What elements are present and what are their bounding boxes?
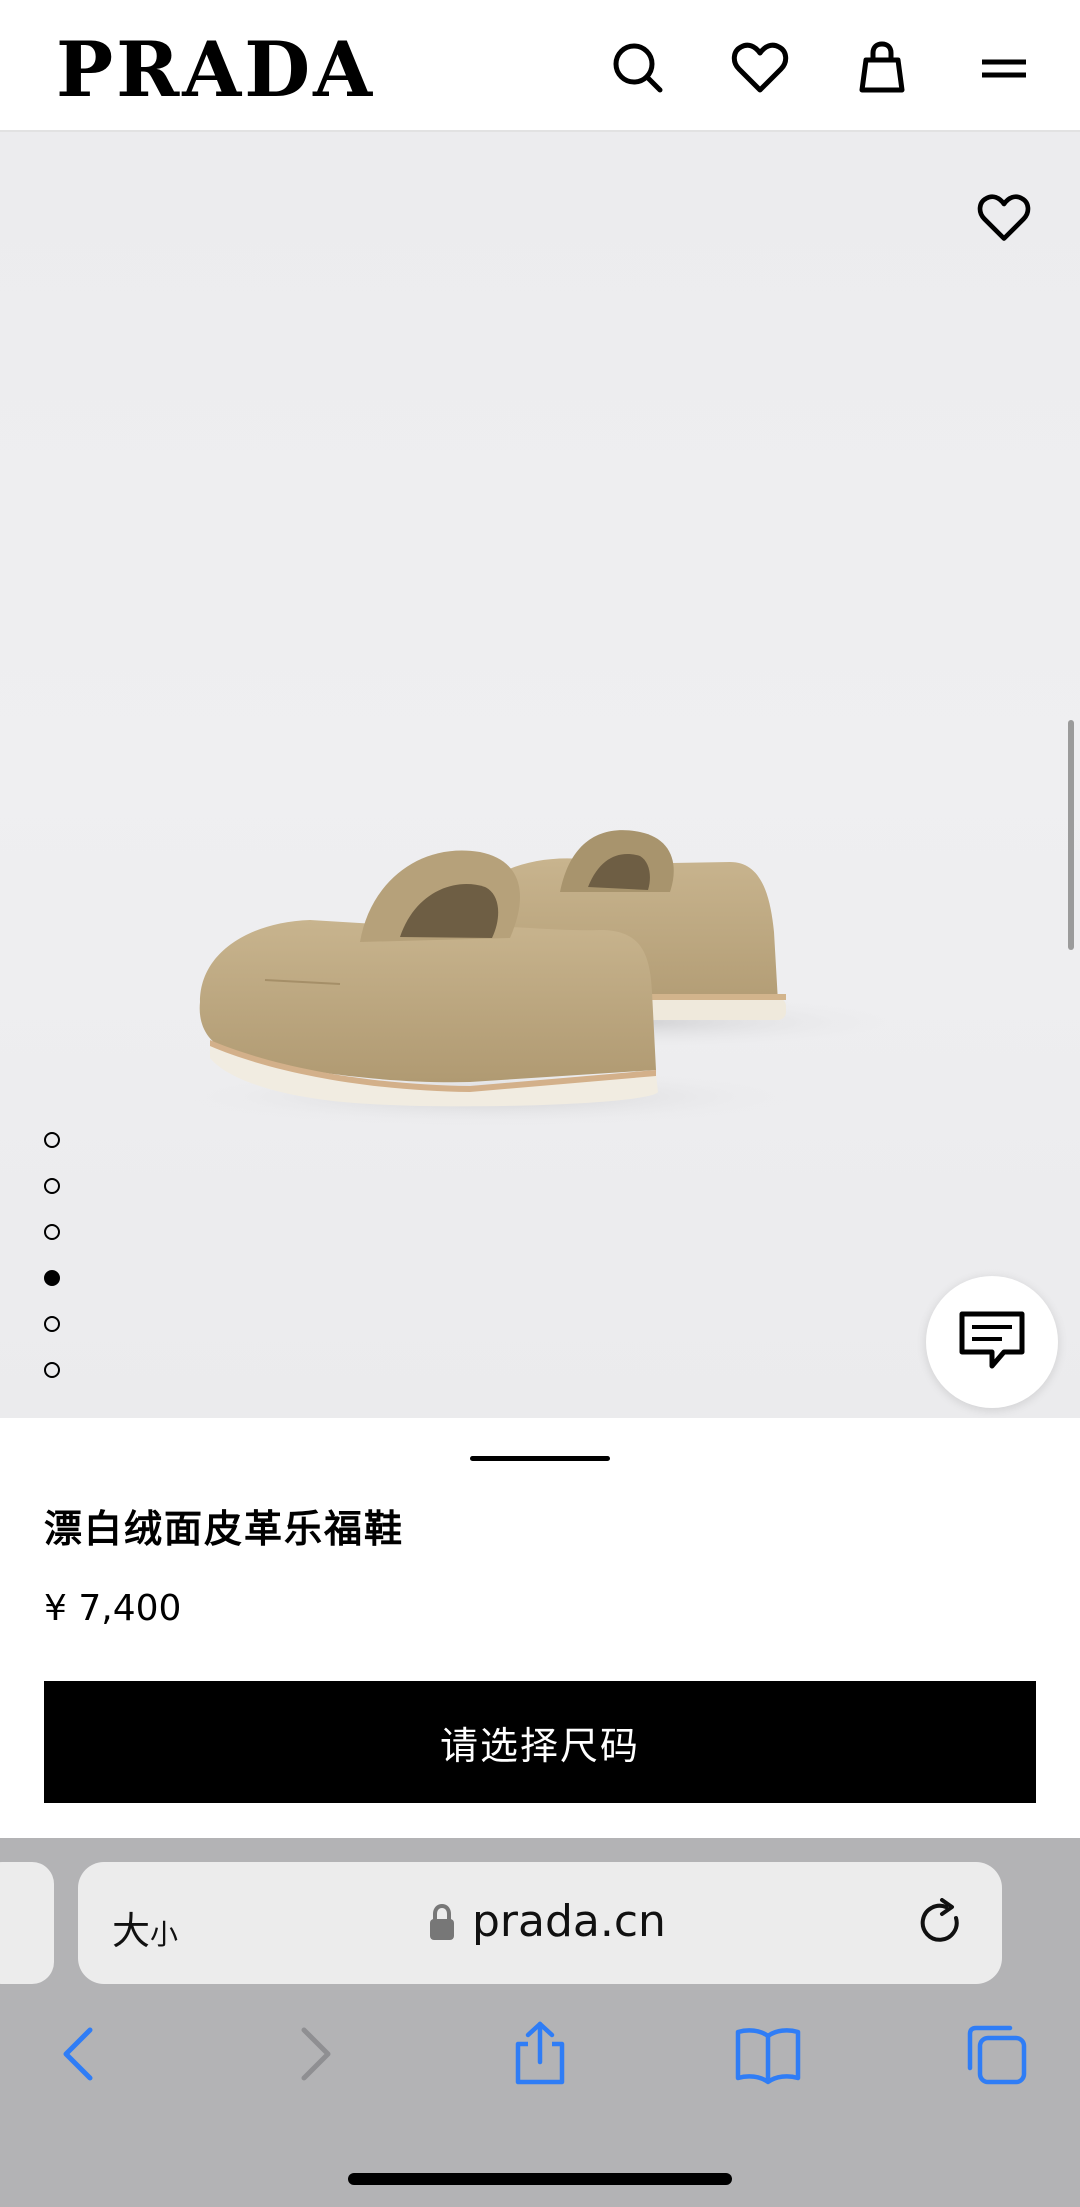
chat-icon	[959, 1311, 1025, 1369]
lock-icon	[430, 1904, 454, 1940]
product-image-gallery[interactable]	[0, 132, 1080, 1418]
site-header: PRADA	[0, 0, 1080, 132]
prada-logo[interactable]: PRADA	[56, 22, 375, 118]
bookmarks-icon[interactable]	[734, 2020, 802, 2088]
tabs-icon[interactable]	[962, 2020, 1030, 2088]
gallery-dot[interactable]	[44, 1178, 60, 1194]
gallery-dot[interactable]	[44, 1132, 60, 1148]
gallery-dot-active[interactable]	[44, 1270, 60, 1286]
forward-icon[interactable]	[280, 2020, 348, 2088]
text-size-small-label: 小	[150, 1918, 179, 1951]
gallery-pagination	[44, 1132, 64, 1408]
menu-icon[interactable]	[974, 38, 1034, 98]
product-price: ¥ 7,400	[44, 1588, 182, 1629]
previous-tab-preview[interactable]	[0, 1862, 54, 1984]
chat-button[interactable]	[926, 1276, 1058, 1408]
page-scrollbar[interactable]	[1068, 720, 1074, 950]
browser-toolbar: 大小 prada.cn	[0, 1838, 1080, 2207]
page: PRADA 漂白绒面皮革乐福鞋 ¥ 7,400 请选择尺码 大小 prada.c…	[0, 0, 1080, 2207]
reload-icon[interactable]	[916, 1898, 966, 1948]
heart-icon[interactable]	[730, 38, 790, 98]
share-icon[interactable]	[506, 2020, 574, 2088]
url-text[interactable]: prada.cn	[472, 1896, 666, 1947]
gallery-dot[interactable]	[44, 1316, 60, 1332]
home-indicator[interactable]	[348, 2173, 732, 2185]
add-to-wishlist-heart-icon[interactable]	[976, 190, 1032, 246]
address-bar[interactable]: 大小 prada.cn	[78, 1862, 1002, 1984]
text-size-button[interactable]: 大小	[112, 1900, 178, 1955]
sheet-drag-handle[interactable]	[470, 1456, 610, 1461]
product-info-sheet: 漂白绒面皮革乐福鞋 ¥ 7,400 请选择尺码	[0, 1418, 1080, 1838]
product-title: 漂白绒面皮革乐福鞋	[44, 1507, 405, 1551]
search-icon[interactable]	[608, 38, 668, 98]
back-icon[interactable]	[46, 2020, 114, 2088]
loafer-product-image	[190, 830, 890, 1125]
select-size-button[interactable]: 请选择尺码	[44, 1681, 1036, 1803]
gallery-dot[interactable]	[44, 1362, 60, 1378]
gallery-dot[interactable]	[44, 1224, 60, 1240]
bag-icon[interactable]	[852, 38, 912, 98]
text-size-big-label: 大	[112, 1909, 151, 1953]
